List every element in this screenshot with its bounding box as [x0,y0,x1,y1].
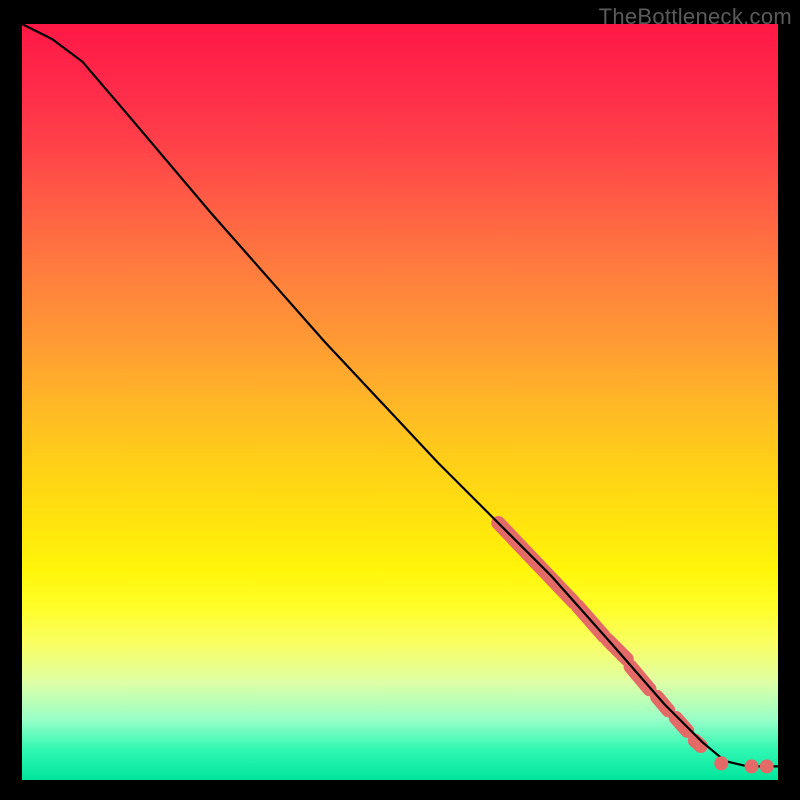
marker-dot [760,759,774,773]
chart-overlay [22,24,778,780]
marker-layer [498,523,701,746]
curve-line [22,24,778,766]
watermark-text: TheBottleneck.com [599,4,792,30]
marker-dot [745,759,759,773]
plot-area [22,24,778,780]
marker-segment [695,741,701,746]
marker-dot [714,756,728,770]
